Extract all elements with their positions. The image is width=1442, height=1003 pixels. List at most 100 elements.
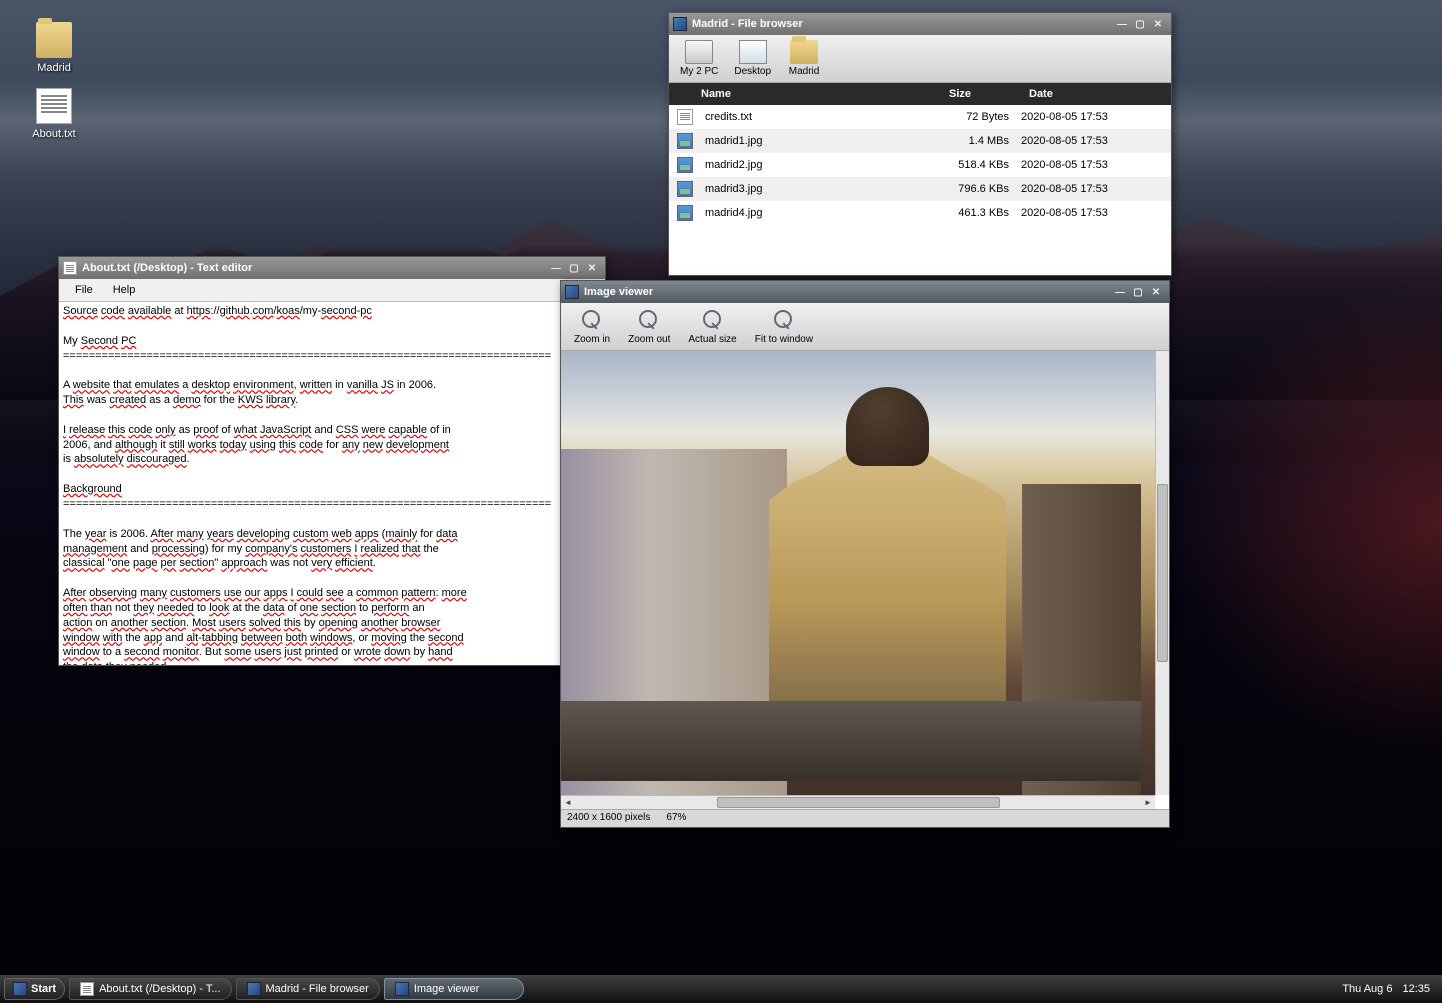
file-row[interactable]: madrid4.jpg461.3 KBs2020-08-05 17:53: [669, 201, 1171, 225]
file-list[interactable]: credits.txt72 Bytes2020-08-05 17:53madri…: [669, 105, 1171, 275]
start-button[interactable]: Start: [4, 978, 65, 1000]
desktop-file-about[interactable]: About.txt: [22, 88, 86, 140]
horizontal-scrollbar[interactable]: ◄ ►: [561, 795, 1155, 809]
file-size: 796.6 KBs: [941, 183, 1021, 195]
zoom-out-button[interactable]: Zoom out: [621, 305, 677, 348]
window-image-viewer[interactable]: Image viewer — ▢ ✕ Zoom in Zoom out Actu…: [560, 280, 1170, 828]
close-button[interactable]: ✕: [1149, 17, 1167, 31]
scroll-thumb[interactable]: [1157, 484, 1168, 662]
maximize-button[interactable]: ▢: [1131, 17, 1149, 31]
file-icon: [677, 109, 693, 125]
window-title: About.txt (/Desktop) - Text editor: [82, 262, 547, 274]
file-size: 461.3 KBs: [941, 207, 1021, 219]
start-icon: [13, 982, 27, 996]
file-icon: [677, 157, 693, 173]
image-dimensions: 2400 x 1600 pixels: [567, 812, 650, 825]
fit-window-icon: [770, 308, 798, 332]
file-size: 1.4 MBs: [941, 135, 1021, 147]
file-date: 2020-08-05 17:53: [1021, 135, 1171, 147]
scroll-right-icon[interactable]: ►: [1141, 798, 1155, 807]
desktop-icon-label: Madrid: [22, 62, 86, 74]
scroll-left-icon[interactable]: ◄: [561, 798, 575, 807]
zoom-in-button[interactable]: Zoom in: [567, 305, 617, 348]
vertical-scrollbar[interactable]: [1155, 351, 1169, 795]
file-name: madrid2.jpg: [701, 159, 941, 171]
breadcrumb-madrid[interactable]: Madrid: [780, 37, 828, 80]
col-name[interactable]: Name: [669, 88, 941, 100]
menu-file[interactable]: File: [65, 281, 103, 299]
taskbar-item[interactable]: Image viewer: [384, 978, 524, 1000]
app-icon: [565, 285, 579, 299]
file-name: madrid1.jpg: [701, 135, 941, 147]
maximize-button[interactable]: ▢: [1129, 285, 1147, 299]
task-icon: [80, 982, 94, 996]
minimize-button[interactable]: —: [1113, 17, 1131, 31]
image-viewer-toolbar: Zoom in Zoom out Actual size Fit to wind…: [561, 303, 1169, 351]
file-size: 518.4 KBs: [941, 159, 1021, 171]
titlebar[interactable]: About.txt (/Desktop) - Text editor — ▢ ✕: [59, 257, 605, 279]
app-icon: [673, 17, 687, 31]
window-file-browser[interactable]: Madrid - File browser — ▢ ✕ My 2 PC Desk…: [668, 12, 1172, 276]
drive-icon: [685, 40, 713, 64]
image-canvas[interactable]: ◄ ►: [561, 351, 1169, 809]
file-icon: [677, 205, 693, 221]
task-label: Image viewer: [414, 983, 479, 995]
task-icon: [395, 982, 409, 996]
actual-size-icon: [699, 308, 727, 332]
taskbar-item[interactable]: About.txt (/Desktop) - T...: [69, 978, 231, 1000]
minimize-button[interactable]: —: [547, 261, 565, 275]
maximize-button[interactable]: ▢: [565, 261, 583, 275]
task-icon: [247, 982, 261, 996]
window-text-editor[interactable]: About.txt (/Desktop) - Text editor — ▢ ✕…: [58, 256, 606, 666]
task-label: About.txt (/Desktop) - T...: [99, 983, 220, 995]
close-button[interactable]: ✕: [1147, 285, 1165, 299]
menu-help[interactable]: Help: [103, 281, 146, 299]
file-name: credits.txt: [701, 111, 941, 123]
file-name: madrid3.jpg: [701, 183, 941, 195]
fit-window-button[interactable]: Fit to window: [748, 305, 820, 348]
menubar: File Help: [59, 279, 605, 302]
taskbar: Start About.txt (/Desktop) - T... Madrid …: [0, 975, 1442, 1003]
file-date: 2020-08-05 17:53: [1021, 183, 1171, 195]
scroll-thumb[interactable]: [717, 797, 1000, 808]
desktop-icon: [739, 40, 767, 64]
columns-header[interactable]: Name Size Date: [669, 83, 1171, 105]
zoom-level: 67%: [666, 812, 686, 825]
col-date[interactable]: Date: [1021, 88, 1171, 100]
titlebar[interactable]: Madrid - File browser — ▢ ✕: [669, 13, 1171, 35]
taskbar-item[interactable]: Madrid - File browser: [236, 978, 380, 1000]
file-row[interactable]: credits.txt72 Bytes2020-08-05 17:53: [669, 105, 1171, 129]
file-name: madrid4.jpg: [701, 207, 941, 219]
folder-icon: [36, 22, 72, 58]
zoom-out-icon: [635, 308, 663, 332]
folder-icon: [790, 40, 818, 64]
file-row[interactable]: madrid1.jpg1.4 MBs2020-08-05 17:53: [669, 129, 1171, 153]
breadcrumb-my-pc[interactable]: My 2 PC: [673, 37, 725, 80]
textfile-icon: [63, 261, 77, 275]
file-date: 2020-08-05 17:53: [1021, 111, 1171, 123]
task-label: Madrid - File browser: [266, 983, 369, 995]
editor-textarea[interactable]: Source code available at https://github.…: [59, 302, 605, 665]
clock-time: 12:35: [1402, 983, 1430, 995]
col-size[interactable]: Size: [941, 88, 1021, 100]
desktop-folder-madrid[interactable]: Madrid: [22, 22, 86, 74]
file-icon: [677, 133, 693, 149]
system-tray: Thu Aug 6 12:35: [1342, 983, 1438, 995]
file-date: 2020-08-05 17:53: [1021, 159, 1171, 171]
desktop-icon-label: About.txt: [22, 128, 86, 140]
close-button[interactable]: ✕: [583, 261, 601, 275]
file-row[interactable]: madrid3.jpg796.6 KBs2020-08-05 17:53: [669, 177, 1171, 201]
file-row[interactable]: madrid2.jpg518.4 KBs2020-08-05 17:53: [669, 153, 1171, 177]
minimize-button[interactable]: —: [1111, 285, 1129, 299]
breadcrumb-desktop[interactable]: Desktop: [727, 37, 778, 80]
window-title: Image viewer: [584, 286, 1111, 298]
file-date: 2020-08-05 17:53: [1021, 207, 1171, 219]
textfile-icon: [36, 88, 72, 124]
actual-size-button[interactable]: Actual size: [681, 305, 743, 348]
breadcrumb-toolbar: My 2 PC Desktop Madrid: [669, 35, 1171, 83]
displayed-image: [561, 351, 1155, 795]
window-title: Madrid - File browser: [692, 18, 1113, 30]
titlebar[interactable]: Image viewer — ▢ ✕: [561, 281, 1169, 303]
clock-date: Thu Aug 6: [1342, 983, 1392, 995]
zoom-in-icon: [578, 308, 606, 332]
